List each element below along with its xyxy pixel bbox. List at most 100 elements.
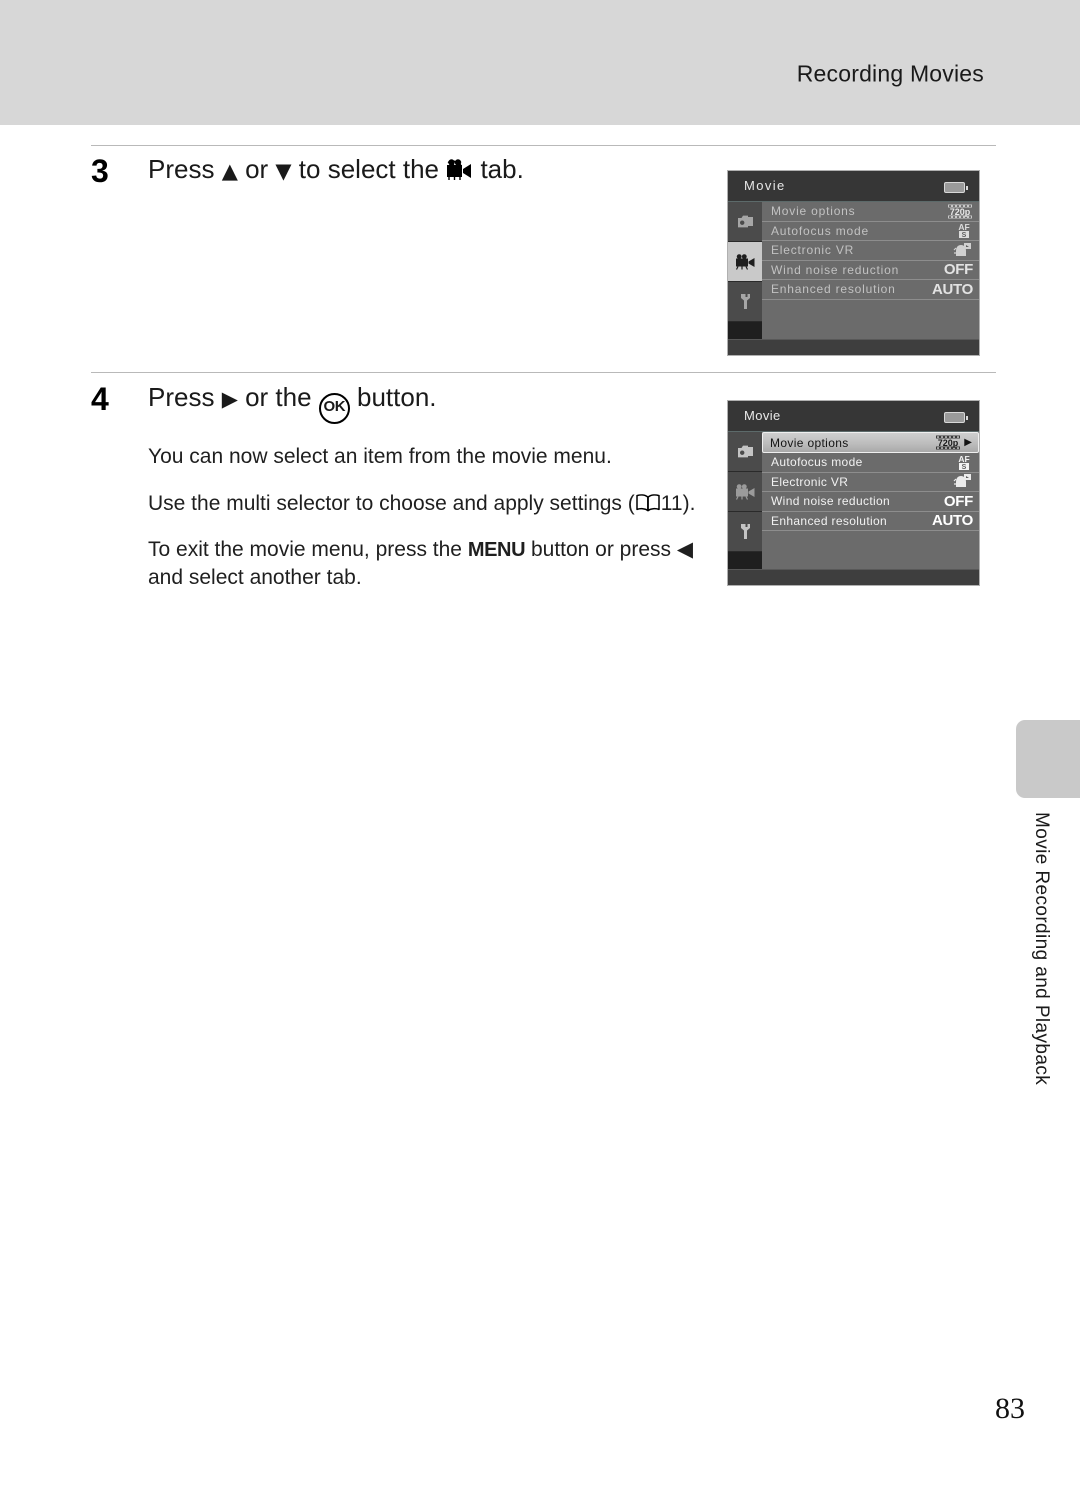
- step-3-body: Press ▲ or ▼ to select the tab.: [148, 154, 748, 185]
- menu-row-value-vr: [939, 473, 973, 490]
- lcd-tab-setup-top[interactable]: [728, 282, 762, 322]
- menu-row-value-off: OFF: [943, 261, 973, 279]
- step-3-text-mid1: or: [237, 154, 276, 184]
- menu-row-value-720p: 720p ▶: [935, 435, 972, 450]
- lcd-titlebar-top: Movie: [728, 171, 979, 202]
- svg-text:AF: AF: [958, 454, 969, 464]
- lcd-menu-list-top: Movie options 720p Autofocus mode AF S E…: [762, 202, 979, 339]
- lcd-footer-top: [728, 339, 979, 355]
- menu-row-label: Autofocus mode: [771, 455, 863, 470]
- menu-row-label: Wind noise reduction: [771, 262, 900, 277]
- lcd-tab-shooting-top[interactable]: [728, 202, 762, 242]
- step-4-body: Press ▶ or the OK button. You can now se…: [148, 382, 748, 592]
- menu-row-electronic-vr-bottom[interactable]: Electronic VR: [762, 473, 979, 492]
- paragraph-2-text-a: Use the multi selector to choose and app…: [148, 491, 635, 515]
- paragraph-2-ref-number: 11: [660, 491, 683, 515]
- lcd-footer-bottom: [728, 569, 979, 585]
- step-3-text-mid2: to select the: [291, 154, 447, 184]
- svg-text:S: S: [962, 232, 967, 239]
- menu-row-label: Enhanced resolution: [771, 282, 896, 297]
- lcd-tab-strip-bottom: [728, 432, 762, 569]
- svg-text:AF: AF: [958, 222, 969, 232]
- menu-row-wind-noise-bottom[interactable]: Wind noise reduction OFF: [762, 492, 979, 512]
- camera-screen-step3: Movie Movie options 720p Autofocus mode …: [727, 170, 980, 356]
- battery-icon: [944, 182, 968, 193]
- electronic-vr-hand-icon: [953, 473, 973, 490]
- menu-row-label: Movie options: [770, 435, 849, 450]
- af-single-icon: AF S: [955, 454, 973, 471]
- menu-button-icon: MENU: [467, 539, 526, 562]
- step-4-paragraph-1: You can now select an item from the movi…: [148, 443, 708, 471]
- step-3-text-post: tab.: [473, 154, 524, 184]
- lcd-title-bottom: Movie: [744, 408, 781, 423]
- video-720p-icon: 720p: [935, 435, 961, 450]
- menu-row-value-af: AF S: [939, 454, 973, 471]
- lcd-tab-shooting-bottom[interactable]: [728, 432, 762, 472]
- lcd-tab-setup-bottom[interactable]: [728, 512, 762, 552]
- step-3-number: 3: [91, 153, 109, 189]
- lcd-tab-movie-bottom[interactable]: [728, 472, 762, 512]
- menu-row-enhanced-res-top[interactable]: Enhanced resolution AUTO: [762, 280, 979, 300]
- step-4-text-post: button.: [349, 382, 437, 412]
- lcd-tab-strip-top: [728, 202, 762, 339]
- chevron-right-icon: ▶: [964, 436, 972, 448]
- menu-row-electronic-vr-top[interactable]: Electronic VR: [762, 241, 979, 261]
- menu-row-value-720p: 720p: [939, 204, 973, 219]
- wrench-setup-icon: [740, 294, 750, 309]
- page-header-band: Recording Movies: [0, 0, 1080, 125]
- menu-row-wind-noise-top[interactable]: Wind noise reduction OFF: [762, 261, 979, 280]
- battery-icon: [944, 412, 968, 423]
- paragraph-3-text-a: To exit the movie menu, press the: [148, 538, 468, 562]
- up-arrow-icon: ▲: [221, 159, 238, 183]
- page-number: 83: [995, 1392, 1025, 1425]
- down-arrow-icon: ▼: [275, 159, 292, 183]
- step-4-text-pre: Press: [148, 382, 222, 412]
- menu-row-movie-options-bottom[interactable]: Movie options 720p ▶: [762, 432, 979, 453]
- menu-row-value-af: AF S: [939, 222, 973, 239]
- af-single-icon: AF S: [955, 222, 973, 239]
- paragraph-1-text: You can now select an item from the movi…: [148, 445, 612, 468]
- step-3-heading: Press ▲ or ▼ to select the tab.: [148, 154, 748, 185]
- menu-row-label: Movie options: [771, 204, 856, 219]
- lcd-titlebar-bottom: Movie: [728, 401, 979, 432]
- menu-row-value-off: OFF: [943, 492, 973, 510]
- step-4-paragraph-2: Use the multi selector to choose and app…: [148, 490, 708, 518]
- menu-row-label: Electronic VR: [771, 243, 855, 258]
- menu-row-value-vr: [939, 242, 973, 259]
- svg-text:S: S: [962, 464, 967, 471]
- step-4-text-mid1: or the: [237, 382, 319, 412]
- divider-top: [91, 145, 996, 146]
- lcd-menu-list-bottom: Movie options 720p ▶ Autofocus mode AF S: [762, 432, 979, 569]
- lcd-tab-movie-top[interactable]: [728, 242, 762, 282]
- step-4-paragraph-3: To exit the movie menu, press the MENU b…: [148, 536, 708, 591]
- menu-row-autofocus-top[interactable]: Autofocus mode AF S: [762, 222, 979, 241]
- movie-camera-icon: [735, 483, 754, 500]
- menu-row-movie-options-top[interactable]: Movie options 720p: [762, 202, 979, 222]
- menu-row-label: Electronic VR: [771, 474, 849, 489]
- menu-row-enhanced-res-bottom[interactable]: Enhanced resolution AUTO: [762, 512, 979, 531]
- section-thumb-tab-label: Movie Recording and Playback: [1031, 812, 1052, 1086]
- paragraph-3-text-c: and select another tab.: [148, 566, 362, 590]
- right-arrow-icon: ▶: [221, 387, 238, 411]
- electronic-vr-hand-icon: [953, 242, 973, 259]
- movie-camera-icon: [735, 253, 754, 270]
- menu-row-label: Autofocus mode: [771, 223, 869, 238]
- menu-row-value-auto: AUTO: [931, 512, 973, 530]
- page-title: Recording Movies: [796, 60, 984, 87]
- step-4-heading: Press ▶ or the OK button.: [148, 382, 748, 424]
- svg-text:720p: 720p: [938, 438, 959, 448]
- lcd-title-top: Movie: [744, 178, 786, 193]
- shooting-camera-icon: [737, 215, 753, 228]
- video-720p-icon: 720p: [947, 204, 973, 219]
- menu-row-value-auto: AUTO: [931, 280, 973, 298]
- left-arrow-icon: ◀: [676, 537, 694, 562]
- paragraph-3-text-b: button or press: [525, 538, 677, 562]
- shooting-camera-icon: [737, 445, 753, 458]
- step-4-number: 4: [91, 381, 109, 417]
- menu-row-label: Wind noise reduction: [771, 494, 891, 509]
- ok-button-icon: OK: [318, 393, 350, 424]
- menu-row-autofocus-bottom[interactable]: Autofocus mode AF S: [762, 453, 979, 473]
- menu-row-label: Enhanced resolution: [771, 513, 888, 528]
- step-3-text-pre: Press: [148, 154, 222, 184]
- wrench-setup-icon: [740, 524, 750, 539]
